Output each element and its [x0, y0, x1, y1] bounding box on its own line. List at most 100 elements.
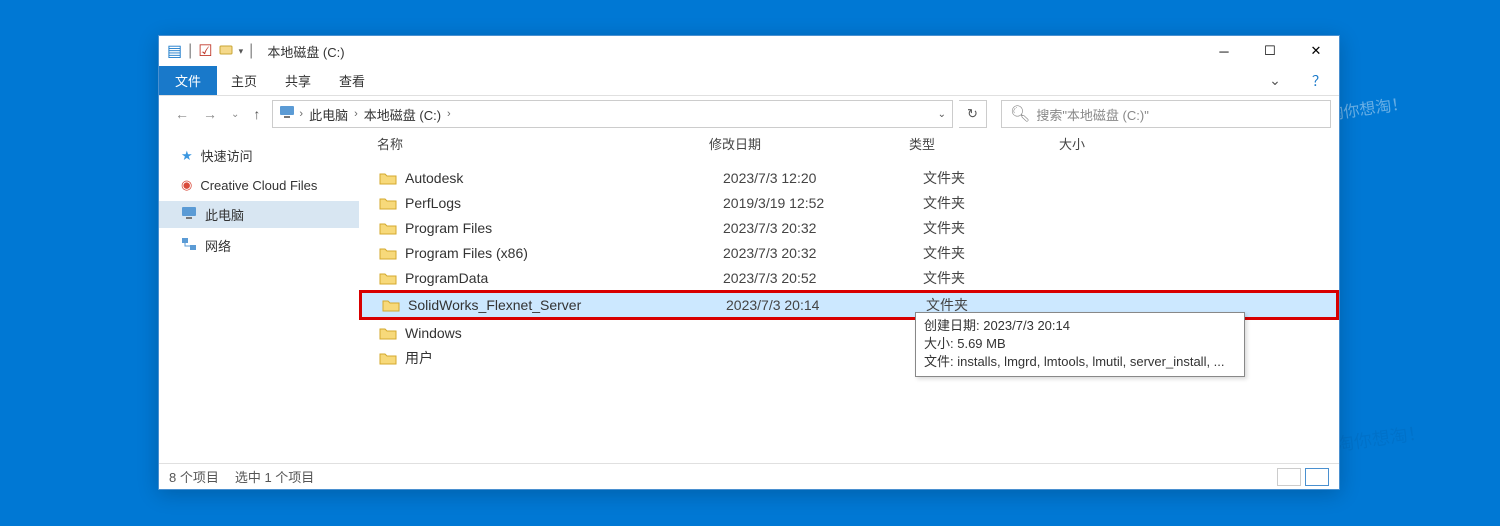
- file-date: 2023/7/3 20:32: [723, 245, 923, 261]
- search-icon: 🔍︎: [1010, 104, 1030, 124]
- maximize-button[interactable]: ☐: [1247, 36, 1293, 66]
- navigation-pane: ★ 快速访问 ◉ Creative Cloud Files 此电脑 网络: [159, 130, 359, 463]
- window-title: 本地磁盘 (C:): [261, 42, 344, 61]
- file-name: Program Files (x86): [405, 245, 723, 261]
- network-icon: [181, 237, 197, 254]
- column-headers: 名称 修改日期 类型 大小: [359, 130, 1339, 157]
- file-row[interactable]: ProgramData2023/7/3 20:52文件夹: [359, 265, 1339, 290]
- minimize-button[interactable]: ─: [1201, 36, 1247, 66]
- file-menu[interactable]: 文件: [159, 66, 217, 95]
- tooltip-line: 大小: 5.69 MB: [924, 335, 1236, 353]
- tooltip: 创建日期: 2023/7/3 20:14 大小: 5.69 MB 文件: ins…: [915, 312, 1245, 377]
- qat-sep: |: [188, 42, 192, 60]
- file-name: Autodesk: [405, 170, 723, 186]
- qat-check-icon[interactable]: ☑: [198, 41, 212, 61]
- back-button[interactable]: ←: [175, 106, 189, 122]
- tab-home[interactable]: 主页: [217, 66, 271, 95]
- tab-share[interactable]: 共享: [271, 66, 325, 95]
- header-name[interactable]: 名称: [359, 134, 709, 153]
- tooltip-line: 创建日期: 2023/7/3 20:14: [924, 317, 1236, 335]
- file-date: 2023/7/3 20:52: [723, 270, 923, 286]
- header-size[interactable]: 大小: [1059, 134, 1159, 153]
- app-icon: ▤: [167, 41, 182, 61]
- tooltip-line: 文件: installs, lmgrd, lmtools, lmutil, se…: [924, 353, 1236, 371]
- file-date: 2023/7/3 20:14: [726, 297, 926, 313]
- nav-this-pc[interactable]: 此电脑: [159, 201, 359, 228]
- file-name: Program Files: [405, 220, 723, 236]
- titlebar[interactable]: ▤ | ☑ ▾ | 本地磁盘 (C:) ─ ☐ ✕: [159, 36, 1339, 66]
- header-type[interactable]: 类型: [909, 134, 1059, 153]
- window-controls: ─ ☐ ✕: [1201, 36, 1339, 66]
- file-type: 文件夹: [923, 268, 1073, 288]
- ribbon-tabs: 文件 主页 共享 查看 ⌄ ？: [159, 66, 1339, 96]
- address-bar[interactable]: › 此电脑 › 本地磁盘 (C:) › ⌄: [272, 100, 953, 128]
- folder-icon: [379, 171, 397, 185]
- nav-arrows: ← → ⌄ ↑: [169, 106, 266, 122]
- nav-label: 快速访问: [201, 146, 253, 165]
- file-date: 2019/3/19 12:52: [723, 195, 923, 211]
- address-row: ← → ⌄ ↑ › 此电脑 › 本地磁盘 (C:) › ⌄ ↻ 🔍︎ 搜索"本地…: [159, 96, 1339, 130]
- file-type: 文件夹: [923, 193, 1073, 213]
- view-details-button[interactable]: [1277, 468, 1301, 486]
- recent-dropdown-icon[interactable]: ⌄: [231, 109, 239, 120]
- crumb-sep-icon[interactable]: ›: [295, 108, 307, 120]
- file-row[interactable]: Program Files (x86)2023/7/3 20:32文件夹: [359, 240, 1339, 265]
- file-list: 名称 修改日期 类型 大小 Autodesk2023/7/3 12:20文件夹P…: [359, 130, 1339, 463]
- body: ★ 快速访问 ◉ Creative Cloud Files 此电脑 网络: [159, 130, 1339, 463]
- nav-label: 此电脑: [205, 205, 244, 224]
- tab-view[interactable]: 查看: [325, 66, 379, 95]
- folder-icon: [379, 351, 397, 365]
- nav-network[interactable]: 网络: [159, 232, 359, 259]
- file-date: 2023/7/3 20:32: [723, 220, 923, 236]
- file-type: 文件夹: [923, 243, 1073, 263]
- folder-icon: [382, 298, 400, 312]
- folder-icon: [379, 326, 397, 340]
- addr-dropdown-icon[interactable]: ⌄: [938, 109, 946, 120]
- search-placeholder: 搜索"本地磁盘 (C:)": [1036, 105, 1149, 124]
- status-bar: 8 个项目 选中 1 个项目: [159, 463, 1339, 489]
- breadcrumb-current[interactable]: 本地磁盘 (C:): [362, 105, 443, 124]
- star-icon: ★: [181, 148, 193, 164]
- forward-button[interactable]: →: [203, 106, 217, 122]
- monitor-icon: [181, 206, 197, 223]
- folder-icon: [379, 196, 397, 210]
- crumb-sep-icon[interactable]: ›: [350, 108, 362, 120]
- file-name: ProgramData: [405, 270, 723, 286]
- file-name: 用户: [405, 348, 723, 368]
- nav-label: Creative Cloud Files: [200, 178, 317, 193]
- nav-quick-access[interactable]: ★ 快速访问: [159, 142, 359, 169]
- file-type: 文件夹: [923, 168, 1073, 188]
- up-button[interactable]: ↑: [253, 106, 260, 122]
- help-icon[interactable]: ？: [1299, 66, 1339, 95]
- file-type: 文件夹: [923, 218, 1073, 238]
- folder-icon: [379, 246, 397, 260]
- search-box[interactable]: 🔍︎ 搜索"本地磁盘 (C:)": [1001, 100, 1331, 128]
- qat-dropdown-icon[interactable]: ▾: [239, 46, 244, 57]
- monitor-icon: [279, 105, 295, 124]
- file-row[interactable]: Autodesk2023/7/3 12:20文件夹: [359, 165, 1339, 190]
- qat: ▤ | ☑ ▾ |: [159, 41, 261, 61]
- file-name: PerfLogs: [405, 195, 723, 211]
- close-button[interactable]: ✕: [1293, 36, 1339, 66]
- breadcrumb-root[interactable]: 此电脑: [307, 105, 350, 124]
- crumb-sep-icon[interactable]: ›: [443, 108, 455, 120]
- file-name: Windows: [405, 325, 723, 341]
- folder-icon: [379, 221, 397, 235]
- drive-icon: [219, 42, 233, 61]
- view-icons-button[interactable]: [1305, 468, 1329, 486]
- explorer-window: ▤ | ☑ ▾ | 本地磁盘 (C:) ─ ☐ ✕ 文件 主页 共享 查看 ⌄ …: [158, 35, 1340, 490]
- folder-icon: [379, 271, 397, 285]
- refresh-button[interactable]: ↻: [959, 100, 987, 128]
- item-count: 8 个项目: [169, 467, 219, 486]
- nav-label: 网络: [205, 236, 231, 255]
- selection-count: 选中 1 个项目: [235, 467, 314, 486]
- ribbon-expand-icon[interactable]: ⌄: [1259, 66, 1299, 95]
- header-date[interactable]: 修改日期: [709, 134, 909, 153]
- nav-creative-cloud[interactable]: ◉ Creative Cloud Files: [159, 173, 359, 197]
- file-name: SolidWorks_Flexnet_Server: [408, 297, 726, 313]
- qat-sep2: |: [249, 42, 253, 60]
- cloud-files-icon: ◉: [181, 177, 192, 193]
- file-date: 2023/7/3 12:20: [723, 170, 923, 186]
- file-row[interactable]: Program Files2023/7/3 20:32文件夹: [359, 215, 1339, 240]
- file-row[interactable]: PerfLogs2019/3/19 12:52文件夹: [359, 190, 1339, 215]
